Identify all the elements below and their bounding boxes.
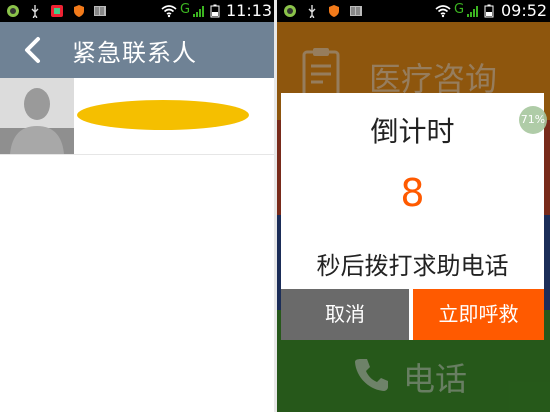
app-icon [51,5,63,17]
contact-list-item[interactable] [0,78,274,155]
shield-icon [329,5,339,17]
signal-icon [193,6,204,17]
call-now-button[interactable]: 立即呼救 [413,289,544,340]
dialog-title: 倒计时 [370,115,455,148]
wifi-icon [161,5,177,18]
status-time: 09:52 [501,1,548,20]
countdown-dialog: 倒计时 8 秒后拨打求助电话 取消 立即呼救 [281,93,544,340]
person-placeholder-icon [0,78,74,154]
barcode-icon [350,6,362,16]
network-type-label: G [454,2,465,17]
app-notification-icon [7,5,19,17]
dialog-message: 秒后拨打求助电话 [316,252,509,280]
redacted-contact-name [77,100,249,130]
shield-icon [74,5,84,17]
chevron-left-icon[interactable] [22,36,42,64]
barcode-icon [94,6,106,16]
page-title: 紧急联系人 [72,39,197,67]
countdown-number: 8 [400,171,425,215]
app-notification-icon [284,5,296,17]
left-screen: G 11:13 紧急联系人 [0,0,274,412]
signal-icon [467,6,478,17]
network-type-label: G [180,2,191,17]
status-time: 11:13 [226,1,273,20]
battery-icon [210,4,220,18]
memory-usage-badge[interactable]: 71% [519,106,547,134]
header-bar: 紧急联系人 [0,22,274,78]
avatar [0,78,74,154]
cancel-button[interactable]: 取消 [281,289,409,340]
right-screen: G 09:52 医疗咨询 电话 倒计时 8 秒后拨打求助电话 取消 立即呼救 7… [277,0,550,412]
wifi-icon [435,5,451,18]
usb-icon [31,5,39,18]
battery-icon [484,4,494,18]
status-bar: G 11:13 [0,0,274,22]
usb-icon [308,5,316,18]
status-bar: G 09:52 [277,0,550,22]
